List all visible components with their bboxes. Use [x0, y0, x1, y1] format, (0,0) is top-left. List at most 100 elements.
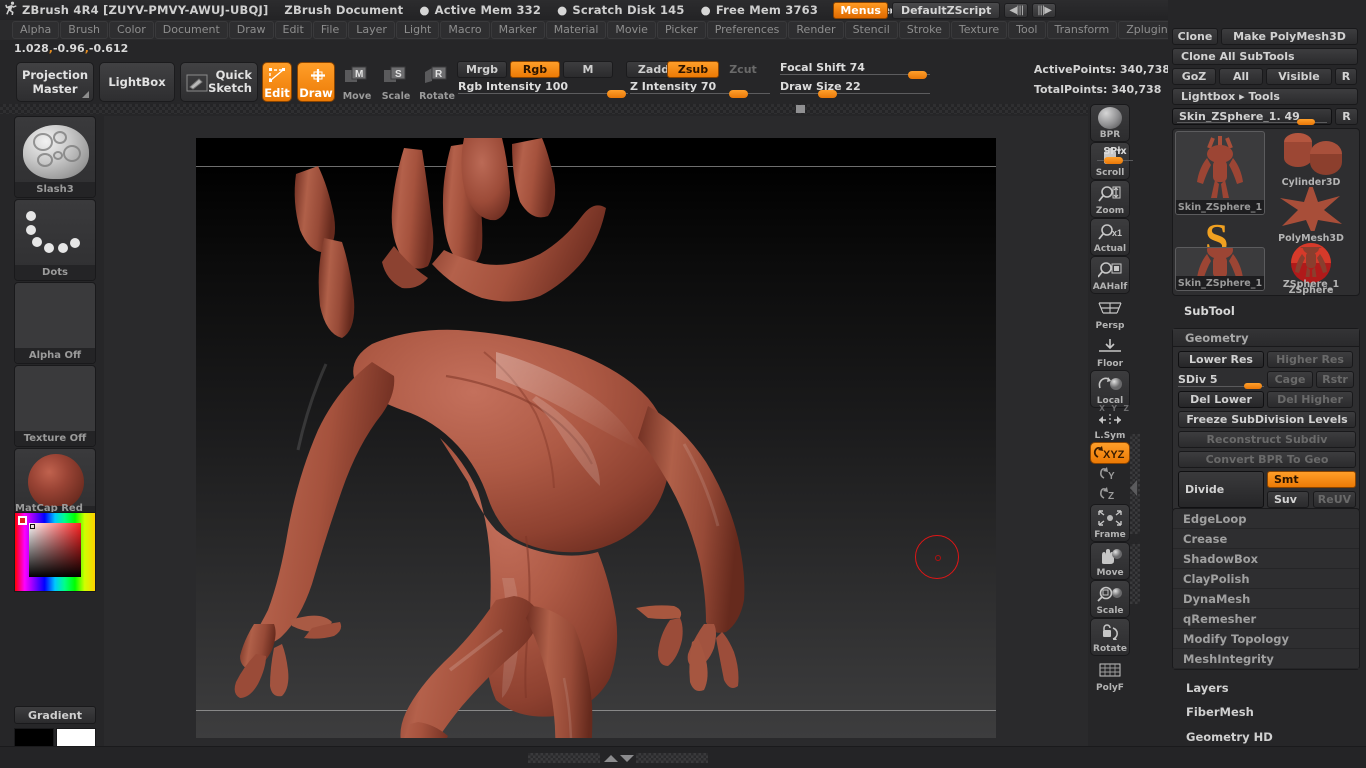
panel-section-layers[interactable]: Layers	[1186, 681, 1229, 695]
move-button[interactable]: M Move	[340, 62, 374, 102]
rgb-toggle[interactable]: Rgb	[510, 61, 560, 78]
freeze-subdivision-button[interactable]: Freeze SubDivision Levels	[1178, 411, 1356, 428]
projection-master-expand-icon[interactable]	[82, 91, 89, 98]
panel-section-geometry-hd[interactable]: Geometry HD	[1186, 730, 1273, 744]
icon-button-frame[interactable]: Frame	[1090, 504, 1130, 542]
menu-item-brush[interactable]: Brush	[60, 21, 109, 39]
rgb-intensity-slider[interactable]: Rgb Intensity 100	[458, 80, 628, 98]
strip-handle[interactable]	[796, 105, 805, 113]
geometry-submenu-dynamesh[interactable]: DynaMesh	[1173, 589, 1359, 609]
menu-item-alpha[interactable]: Alpha	[12, 21, 60, 39]
sculpt-model[interactable]	[196, 138, 996, 738]
rstr-button[interactable]: Rstr	[1316, 371, 1354, 388]
menu-item-stroke[interactable]: Stroke	[898, 21, 950, 39]
geometry-submenu-claypolish[interactable]: ClayPolish	[1173, 569, 1359, 589]
draw-size-slider[interactable]: Draw Size 22	[780, 80, 930, 98]
draw-button[interactable]: Draw	[297, 62, 335, 102]
reconstruct-subdiv-button[interactable]: Reconstruct Subdiv	[1178, 431, 1356, 448]
goz-button[interactable]: GoZ	[1172, 68, 1216, 85]
reuv-button[interactable]: ReUV	[1313, 491, 1356, 508]
clone-button[interactable]: Clone	[1172, 28, 1218, 45]
tool-thumbnail-cylinder3d[interactable]: Cylinder3D	[1267, 131, 1355, 189]
tool-thumbnail-skin-zsphere-1[interactable]: Skin_ZSphere_1	[1175, 247, 1265, 291]
focal-shift-slider[interactable]: Focal Shift 74	[780, 61, 930, 79]
scroll-up-arrow-icon[interactable]	[604, 755, 618, 762]
draw-size-track[interactable]	[780, 93, 930, 94]
scroll-down-arrow-icon[interactable]	[620, 755, 634, 762]
menu-item-file[interactable]: File	[312, 21, 348, 39]
menu-item-marker[interactable]: Marker	[490, 21, 545, 39]
lower-res-button[interactable]: Lower Res	[1178, 351, 1264, 368]
icon-button-rotate[interactable]: Rotate	[1090, 618, 1130, 656]
geometry-submenu-shadowbox[interactable]: ShadowBox	[1173, 549, 1359, 569]
scale-button[interactable]: S Scale	[379, 62, 413, 102]
menu-item-render[interactable]: Render	[788, 21, 844, 39]
make-polymesh3d-button[interactable]: Make PolyMesh3D	[1221, 28, 1358, 45]
geometry-submenu-crease[interactable]: Crease	[1173, 529, 1359, 549]
panel-section-fibermesh[interactable]: FiberMesh	[1186, 705, 1254, 719]
z-intensity-slider[interactable]: Z Intensity 70	[630, 80, 770, 98]
smt-button[interactable]: Smt	[1267, 471, 1356, 488]
canvas-area[interactable]	[104, 116, 1088, 746]
geometry-submenu-qremesher[interactable]: qRemesher	[1173, 609, 1359, 629]
goz-r-button[interactable]: R	[1335, 68, 1357, 85]
menu-item-edit[interactable]: Edit	[274, 21, 312, 39]
bottom-scroll-right[interactable]	[636, 753, 708, 763]
icon-button-persp[interactable]: Persp	[1090, 294, 1130, 332]
icon-button-aahalf[interactable]: AAHalf	[1090, 256, 1130, 294]
menu-item-light[interactable]: Light	[395, 21, 440, 39]
document-canvas[interactable]	[196, 138, 996, 738]
zscript-next-icon[interactable]: |||▶	[1032, 3, 1056, 18]
focal-shift-knob[interactable]	[908, 71, 927, 79]
icon-button-zoom[interactable]: Zoom	[1090, 180, 1130, 218]
current-tool-slider[interactable]: Skin_ZSphere_1. 49	[1172, 108, 1332, 125]
icon-button-z[interactable]: ZZ	[1090, 484, 1130, 504]
clone-all-subtools-button[interactable]: Clone All SubTools	[1172, 48, 1358, 65]
del-higher-button[interactable]: Del Higher	[1267, 391, 1353, 408]
lightbox-button[interactable]: LightBox	[99, 62, 175, 102]
menus-button[interactable]: Menus	[833, 2, 888, 19]
zscript-prev-icon[interactable]: ◀|||	[1004, 3, 1029, 18]
z-intensity-knob[interactable]	[729, 90, 748, 98]
menu-item-preferences[interactable]: Preferences	[706, 21, 788, 39]
gradient-button[interactable]: Gradient	[14, 706, 96, 724]
m-toggle[interactable]: M	[563, 61, 613, 78]
bottom-scroll-left[interactable]	[528, 753, 600, 763]
icon-button-polyf[interactable]: PolyF	[1090, 656, 1130, 694]
menu-item-stencil[interactable]: Stencil	[844, 21, 898, 39]
current-tool-r-button[interactable]: R	[1335, 108, 1358, 125]
color-picker[interactable]	[14, 512, 96, 592]
icon-button-scale[interactable]: Scale	[1090, 580, 1130, 618]
menu-item-movie[interactable]: Movie	[607, 21, 656, 39]
mrgb-toggle[interactable]: Mrgb	[457, 61, 507, 78]
icon-button-xyz[interactable]: XYZXYZ	[1090, 442, 1130, 464]
tool-thumbnail-zsphere-1[interactable]: ZSphere_1	[1267, 247, 1355, 291]
spix-knob[interactable]	[1104, 157, 1123, 164]
suv-button[interactable]: Suv	[1267, 491, 1309, 508]
geometry-submenu-meshintegrity[interactable]: MeshIntegrity	[1173, 649, 1359, 669]
texture-palette-button[interactable]: Texture Off	[14, 365, 96, 447]
geometry-submenu-modify-topology[interactable]: Modify Topology	[1173, 629, 1359, 649]
rgb-intensity-track[interactable]	[458, 93, 628, 94]
menu-item-draw[interactable]: Draw	[228, 21, 274, 39]
icon-button-floor[interactable]: Floor	[1090, 332, 1130, 370]
sdiv-slider[interactable]: SDiv 5	[1178, 371, 1264, 389]
menu-item-transform[interactable]: Transform	[1046, 21, 1118, 39]
visible-button[interactable]: Visible	[1266, 68, 1332, 85]
tool-thumbnail-polymesh3d[interactable]: PolyMesh3D	[1267, 187, 1355, 245]
cage-button[interactable]: Cage	[1267, 371, 1313, 388]
current-tool-knob[interactable]	[1297, 119, 1315, 125]
rgb-intensity-knob[interactable]	[607, 90, 626, 98]
geometry-submenu-edgeloop[interactable]: EdgeLoop	[1173, 509, 1359, 529]
del-lower-button[interactable]: Del Lower	[1178, 391, 1264, 408]
tool-thumbnail-skin-zsphere-1[interactable]: Skin_ZSphere_1	[1175, 131, 1265, 215]
rotate-button[interactable]: R Rotate	[418, 62, 456, 102]
subtool-section-title[interactable]: SubTool	[1184, 304, 1235, 318]
color-picker-field[interactable]	[29, 523, 81, 577]
edit-button[interactable]: Edit	[262, 62, 292, 102]
sdiv-knob[interactable]	[1244, 383, 1262, 389]
toolbar-drag-strip[interactable]	[0, 104, 1088, 114]
floor-axes-label[interactable]: X Y Z	[1098, 404, 1132, 413]
brush-palette-button[interactable]: Slash3	[14, 116, 96, 198]
icon-button-l-sym[interactable]: L.Sym	[1090, 408, 1130, 442]
